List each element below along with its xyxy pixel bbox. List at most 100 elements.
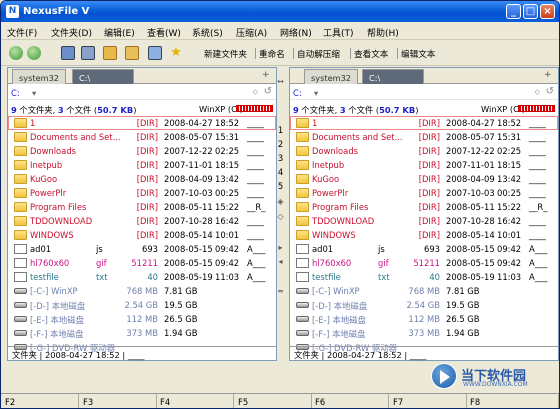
drive-row[interactable]: [-E-] 本地磁盘 112 MB 26.5 GB bbox=[8, 312, 276, 326]
close-button[interactable]: × bbox=[540, 4, 555, 19]
swap-icon[interactable]: ↔ bbox=[272, 77, 289, 86]
cell-attr: __R_ bbox=[529, 202, 548, 212]
right-file-pane[interactable]: system32 C:\ + C: ▾ ◇ ↺ 9 个文件夹, 3 个文件 (5… bbox=[289, 67, 559, 361]
menu-view[interactable]: 查看(W) bbox=[147, 26, 181, 39]
view-icon[interactable] bbox=[148, 46, 162, 60]
menu-tools[interactable]: 工具(T) bbox=[323, 26, 354, 39]
cell-name: [-D-] 本地磁盘 bbox=[312, 301, 368, 311]
chevron-down-icon[interactable]: ▾ bbox=[314, 88, 318, 98]
chevron-down-icon[interactable]: ▾ bbox=[32, 88, 36, 98]
tab-system32[interactable]: system32 bbox=[12, 69, 67, 84]
menu-system[interactable]: 系统(S) bbox=[192, 26, 223, 39]
fkey-f6-button[interactable]: F6 bbox=[311, 394, 389, 408]
menu-network[interactable]: 网络(N) bbox=[280, 26, 312, 39]
fkey-f3-button[interactable]: F3 bbox=[79, 394, 157, 408]
cell-size: 51211 bbox=[413, 258, 440, 268]
folder-row[interactable]: TDDOWNLOAD [DIR] 2007-10-28 16:42 ____ bbox=[290, 214, 558, 228]
folder-icon[interactable] bbox=[103, 46, 117, 60]
tab-c-drive[interactable]: C:\ bbox=[362, 69, 424, 84]
history-icon[interactable]: ◇ bbox=[253, 88, 258, 96]
title-bar[interactable]: N NexusFile V _ □ × bbox=[1, 1, 559, 22]
cell-date: 2008-05-15 bbox=[446, 244, 495, 254]
drive-row[interactable]: [-F-] 本地磁盘 373 MB 1.94 GB bbox=[290, 326, 558, 340]
refresh-icon[interactable]: ↺ bbox=[546, 86, 554, 97]
menu-edit[interactable]: 编辑(E) bbox=[104, 26, 135, 39]
refresh-icon[interactable]: ↺ bbox=[264, 86, 272, 97]
copy-right-icon[interactable]: ▸ bbox=[272, 243, 289, 252]
folder-row[interactable]: KuGoo [DIR] 2008-04-09 13:42 ____ bbox=[290, 172, 558, 186]
drive-row[interactable]: [-C-] WinXP 768 MB 7.81 GB bbox=[290, 284, 558, 298]
cell-attr: A___ bbox=[247, 272, 266, 282]
drive-selector[interactable]: C: ▾ ◇ ↺ bbox=[8, 85, 276, 100]
file-row[interactable]: hl760x60 gif 51211 2008-05-15 09:42 A___ bbox=[8, 256, 276, 270]
maximize-button[interactable]: □ bbox=[523, 4, 538, 19]
history-icon[interactable]: ◇ bbox=[535, 88, 540, 96]
menu-folder[interactable]: 文件夹(D) bbox=[51, 26, 92, 39]
folder-row[interactable]: Inetpub [DIR] 2007-11-01 18:15 ____ bbox=[8, 158, 276, 172]
drive-row[interactable]: [-C-] WinXP 768 MB 7.81 GB bbox=[8, 284, 276, 298]
menu-compress[interactable]: 压缩(A) bbox=[236, 26, 267, 39]
folder-row[interactable]: Documents and Set... [DIR] 2008-05-07 15:31… bbox=[290, 130, 558, 144]
folder-row[interactable]: KuGoo [DIR] 2008-04-09 13:42 ____ bbox=[8, 172, 276, 186]
compare-icon[interactable]: ◇ bbox=[272, 212, 289, 221]
folder-row[interactable]: Documents and Set... [DIR] 2008-05-07 15:31… bbox=[8, 130, 276, 144]
file-row[interactable]: hl760x60 gif 51211 2008-05-15 09:42 A___ bbox=[290, 256, 558, 270]
left-file-pane[interactable]: system32 C:\ + C: ▾ ◇ ↺ 9 个文件夹, 3 个文件 (5… bbox=[7, 67, 277, 361]
folder-row[interactable]: Downloads [DIR] 2007-12-22 02:25 ____ bbox=[8, 144, 276, 158]
rename-button[interactable]: 重命名 bbox=[259, 48, 285, 60]
menu-help[interactable]: 帮助(H) bbox=[367, 26, 399, 39]
new-folder-button[interactable]: 新建文件夹 bbox=[204, 48, 247, 60]
folder-row[interactable]: WINDOWS [DIR] 2008-05-14 10:01 ____ bbox=[290, 228, 558, 242]
file-row[interactable]: testfile txt 40 2008-05-19 11:03 A___ bbox=[8, 270, 276, 284]
file-row[interactable]: ad01 js 693 2008-05-15 09:42 A___ bbox=[8, 242, 276, 256]
tab-c-drive[interactable]: C:\ bbox=[72, 69, 134, 84]
tab-system32[interactable]: system32 bbox=[304, 69, 359, 84]
drive-selector[interactable]: C: ▾ ◇ ↺ bbox=[290, 85, 558, 100]
cell-name: testfile bbox=[312, 272, 341, 282]
folder-row[interactable]: PowerPlr [DIR] 2007-10-03 00:25 ____ bbox=[290, 186, 558, 200]
folder-row[interactable]: Downloads [DIR] 2007-12-22 02:25 ____ bbox=[290, 144, 558, 158]
edit-text-button[interactable]: 编辑文本 bbox=[401, 48, 435, 60]
sync-icon[interactable]: ◈ bbox=[272, 197, 289, 206]
folder-row[interactable]: Inetpub [DIR] 2007-11-01 18:15 ____ bbox=[290, 158, 558, 172]
cell-time: 16:42 bbox=[497, 216, 522, 226]
splitter-icon[interactable]: ═ bbox=[272, 287, 289, 296]
folder-row[interactable]: 1 [DIR] 2008-04-27 18:52 ____ bbox=[8, 116, 276, 130]
folder-icon bbox=[296, 118, 309, 128]
copy-left-icon[interactable]: ◂ bbox=[272, 257, 289, 266]
file-row[interactable]: ad01 js 693 2008-05-15 09:42 A___ bbox=[290, 242, 558, 256]
move-icon[interactable] bbox=[81, 46, 95, 60]
back-arrow-icon[interactable] bbox=[9, 46, 23, 60]
cell-date: 2007-11-01 bbox=[164, 160, 213, 170]
new-tab-icon[interactable]: + bbox=[544, 70, 556, 82]
fkey-f2-button[interactable]: F2 bbox=[1, 394, 79, 408]
view-text-button[interactable]: 查看文本 bbox=[354, 48, 388, 60]
fkey-f7-button[interactable]: F7 bbox=[389, 394, 467, 408]
cell-time: 18:52 bbox=[497, 118, 522, 128]
minimize-button[interactable]: _ bbox=[506, 4, 521, 19]
cell-attr: ____ bbox=[247, 160, 264, 170]
folder-row[interactable]: Program Files [DIR] 2008-05-11 15:22 __R_ bbox=[8, 200, 276, 214]
folder-row[interactable]: TDDOWNLOAD [DIR] 2007-10-28 16:42 ____ bbox=[8, 214, 276, 228]
copy-icon[interactable] bbox=[61, 46, 75, 60]
folder-row[interactable]: WINDOWS [DIR] 2008-05-14 10:01 ____ bbox=[8, 228, 276, 242]
file-row[interactable]: testfile txt 40 2008-05-19 11:03 A___ bbox=[290, 270, 558, 284]
cell-name: hl760x60 bbox=[30, 258, 70, 268]
fkey-f4-button[interactable]: F4 bbox=[156, 394, 234, 408]
fkey-f5-button[interactable]: F5 bbox=[234, 394, 312, 408]
menu-file[interactable]: 文件(F) bbox=[7, 26, 37, 39]
folder-row[interactable]: PowerPlr [DIR] 2007-10-03 00:25 ____ bbox=[8, 186, 276, 200]
drive-row[interactable]: [-F-] 本地磁盘 373 MB 1.94 GB bbox=[8, 326, 276, 340]
archive-icon[interactable] bbox=[125, 46, 139, 60]
folder-row[interactable]: 1 [DIR] 2008-04-27 18:52 ____ bbox=[290, 116, 558, 130]
forward-arrow-icon[interactable] bbox=[27, 46, 41, 60]
star-icon[interactable]: ★ bbox=[169, 46, 183, 60]
folder-icon bbox=[14, 118, 27, 128]
folder-row[interactable]: Program Files [DIR] 2008-05-11 15:22 __R_ bbox=[290, 200, 558, 214]
auto-extract-button[interactable]: 自动解压缩 bbox=[297, 48, 340, 60]
fkey-f8-button[interactable]: F8 bbox=[466, 394, 559, 408]
drive-row[interactable]: [-E-] 本地磁盘 112 MB 26.5 GB bbox=[290, 312, 558, 326]
cell-size: 51211 bbox=[131, 258, 158, 268]
drive-row[interactable]: [-D-] 本地磁盘 2.54 GB 19.5 GB bbox=[8, 298, 276, 312]
drive-row[interactable]: [-D-] 本地磁盘 2.54 GB 19.5 GB bbox=[290, 298, 558, 312]
